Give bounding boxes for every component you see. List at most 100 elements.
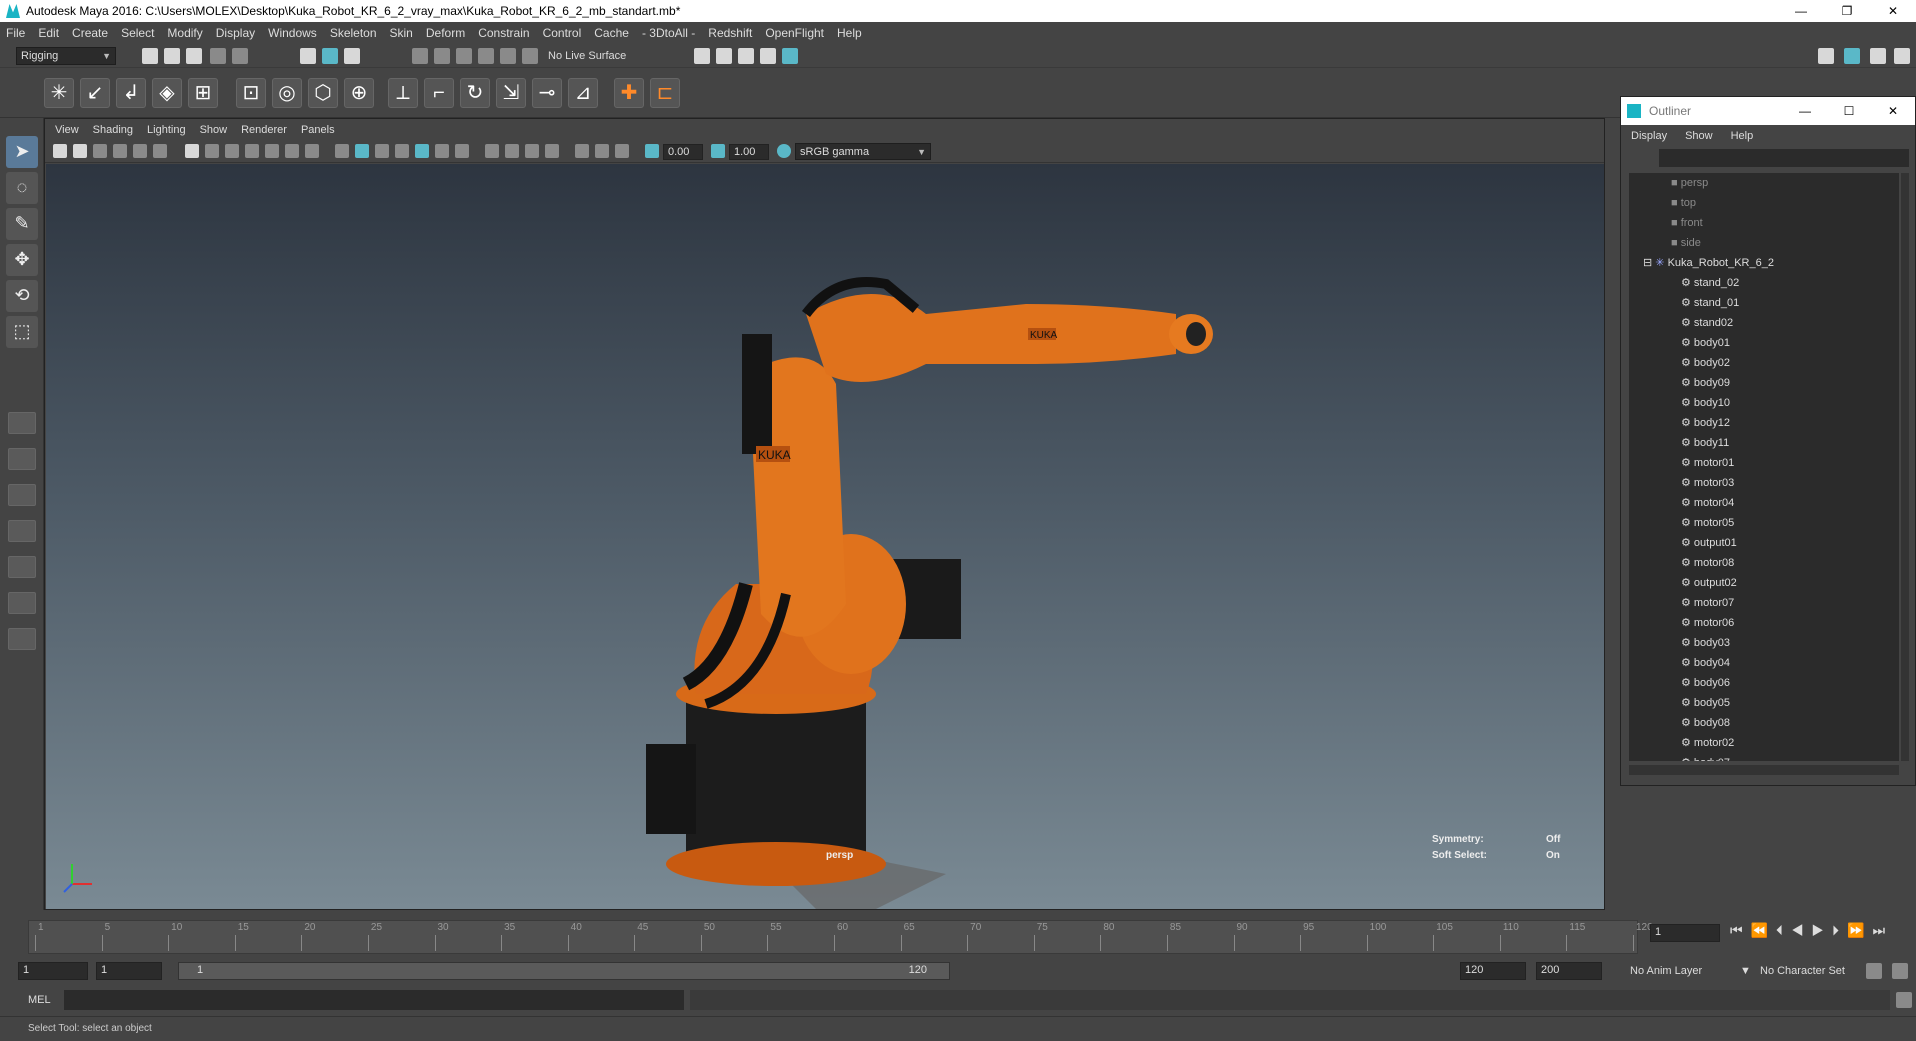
anim-start-field[interactable]: 1 (96, 962, 162, 980)
end-time-field[interactable]: 200 (1536, 962, 1602, 980)
render-settings-icon[interactable] (760, 48, 776, 64)
anim-prefs-icon[interactable] (1892, 963, 1908, 979)
outliner-camera-front[interactable]: ■ front (1629, 213, 1899, 233)
exposure-field[interactable]: 0.00 (663, 144, 703, 160)
menu-select[interactable]: Select (121, 26, 154, 40)
outliner-item[interactable]: ⚙ motor06 (1629, 613, 1899, 633)
vp-menu-shading[interactable]: Shading (93, 124, 133, 136)
camera-select-icon[interactable] (53, 144, 67, 158)
menu-constrain[interactable]: Constrain (478, 26, 529, 40)
anti-aliasing-icon[interactable] (505, 144, 519, 158)
command-language-label[interactable]: MEL (28, 994, 51, 1006)
four-view-layout-icon[interactable] (8, 448, 36, 470)
modeling-toolkit-icon[interactable] (1894, 48, 1910, 64)
pole-vector-icon[interactable]: ⊿ (568, 78, 598, 108)
render-frame-icon[interactable] (716, 48, 732, 64)
snap-view-icon[interactable] (478, 48, 494, 64)
snap-curve-icon[interactable] (434, 48, 450, 64)
outliner-item[interactable]: ⚙ output02 (1629, 573, 1899, 593)
2d-pan-zoom-icon[interactable] (133, 144, 147, 158)
wrap-icon[interactable]: ⬡ (308, 78, 338, 108)
snap-grid-icon[interactable] (412, 48, 428, 64)
start-time-field[interactable]: 1 (18, 962, 88, 980)
camera-lock-icon[interactable] (73, 144, 87, 158)
insert-joint-icon[interactable]: ◈ (152, 78, 182, 108)
smooth-shade-icon[interactable] (355, 144, 369, 158)
outliner-item[interactable]: ⚙ body11 (1629, 433, 1899, 453)
move-tool-icon[interactable]: ✥ (6, 244, 38, 276)
outliner-item[interactable]: ⚙ body09 (1629, 373, 1899, 393)
outliner-item[interactable]: ⚙ stand_02 (1629, 273, 1899, 293)
menu-modify[interactable]: Modify (167, 26, 202, 40)
restore-button[interactable]: ❐ (1824, 0, 1870, 22)
auto-key-icon[interactable] (1866, 963, 1882, 979)
vp-menu-show[interactable]: Show (200, 124, 228, 136)
menu-openflight[interactable]: OpenFlight (765, 26, 824, 40)
outliner-maximize-button[interactable]: ☐ (1827, 104, 1871, 118)
bind-skin-icon[interactable]: ⊞ (188, 78, 218, 108)
wireframe-on-shaded-icon[interactable] (375, 144, 389, 158)
character-set-selector[interactable]: No Character Set (1760, 965, 1845, 977)
gate-mask-icon[interactable] (245, 144, 259, 158)
wireframe-icon[interactable] (335, 144, 349, 158)
screen-space-ao-icon[interactable] (455, 144, 469, 158)
bookmark-icon[interactable] (93, 144, 107, 158)
outliner-item[interactable]: ⚙ body05 (1629, 693, 1899, 713)
joint-tool-icon[interactable]: ✳ (44, 78, 74, 108)
menu-file[interactable]: File (6, 26, 25, 40)
attribute-editor-toggle-icon[interactable] (1818, 48, 1834, 64)
outliner-menu-show[interactable]: Show (1685, 130, 1713, 142)
save-scene-icon[interactable] (186, 48, 202, 64)
outliner-item[interactable]: ⚙ body08 (1629, 713, 1899, 733)
playback-controls[interactable]: ⏮⏪⏴◀▶⏵⏩⏭ (1730, 922, 1893, 939)
orient-constraint-icon[interactable]: ↻ (460, 78, 490, 108)
cluster-handle-icon[interactable]: ⊏ (650, 78, 680, 108)
outliner-item[interactable]: ⚙ body06 (1629, 673, 1899, 693)
outliner-item[interactable]: ⚙ stand_01 (1629, 293, 1899, 313)
outliner-horizontal-scrollbar[interactable] (1629, 765, 1899, 775)
anim-end-field[interactable]: 120 (1460, 962, 1526, 980)
color-space-dropdown[interactable]: sRGB gamma ▼ (795, 143, 931, 160)
cluster-icon[interactable]: ◎ (272, 78, 302, 108)
outliner-item[interactable]: ⚙ output01 (1629, 533, 1899, 553)
live-surface-label[interactable]: No Live Surface (548, 48, 626, 64)
menu-3dtoall[interactable]: - 3DtoAll - (642, 26, 695, 40)
aim-constraint-icon[interactable]: ⌐ (424, 78, 454, 108)
outliner-close-button[interactable]: ✕ (1871, 104, 1915, 118)
persp-outliner-layout-icon[interactable] (8, 484, 36, 506)
isolate-select-icon[interactable] (545, 144, 559, 158)
hypershade-layout-icon[interactable] (8, 556, 36, 578)
textured-icon[interactable] (395, 144, 409, 158)
gamma-icon[interactable] (711, 144, 725, 158)
snap-point-icon[interactable] (456, 48, 472, 64)
minimize-button[interactable]: — (1778, 0, 1824, 22)
image-plane-icon[interactable] (113, 144, 127, 158)
use-all-lights-icon[interactable] (415, 144, 429, 158)
grease-pencil-icon[interactable] (153, 144, 167, 158)
custom-layout-icon[interactable] (8, 592, 36, 614)
outliner-root-node[interactable]: ⊟ ✳ Kuka_Robot_KR_6_2 (1629, 253, 1899, 273)
lasso-tool-icon[interactable]: ◌ (6, 172, 38, 204)
perspective-viewport[interactable]: KUKA KUKA persp Symmetry: Off Soft Selec… (46, 164, 1604, 909)
outliner-menu-display[interactable]: Display (1631, 130, 1667, 142)
locator-icon[interactable]: ✚ (614, 78, 644, 108)
outliner-item[interactable]: ⚙ body04 (1629, 653, 1899, 673)
outliner-item[interactable]: ⚙ body03 (1629, 633, 1899, 653)
grid-icon[interactable] (185, 144, 199, 158)
select-component-icon[interactable] (344, 48, 360, 64)
lattice-icon[interactable]: ⊡ (236, 78, 266, 108)
xray-components-icon[interactable] (615, 144, 629, 158)
menu-display[interactable]: Display (216, 26, 255, 40)
outliner-camera-top[interactable]: ■ top (1629, 193, 1899, 213)
outliner-vertical-scrollbar[interactable] (1901, 173, 1909, 761)
scale-tool-icon[interactable]: ⬚ (6, 316, 38, 348)
ik-handle-icon[interactable]: ↙ (80, 78, 110, 108)
vp-menu-panels[interactable]: Panels (301, 124, 335, 136)
select-hierarchy-icon[interactable] (300, 48, 316, 64)
outliner-minimize-button[interactable]: — (1783, 104, 1827, 118)
depth-of-field-icon[interactable] (525, 144, 539, 158)
range-slider-bar[interactable]: 1 120 (178, 962, 950, 980)
more-layouts-icon[interactable] (8, 628, 36, 650)
menu-help[interactable]: Help (837, 26, 862, 40)
menu-skin[interactable]: Skin (390, 26, 413, 40)
